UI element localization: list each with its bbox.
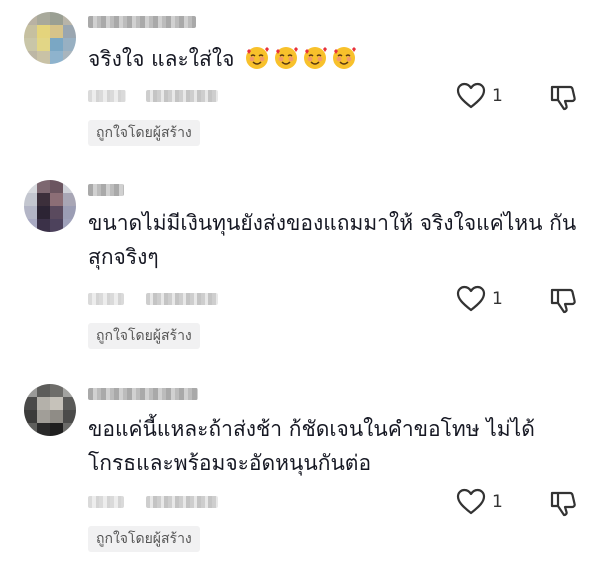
reply-button[interactable] — [146, 90, 218, 102]
heart-outline-icon — [456, 285, 486, 312]
comment-text: จริงใจ และใส่ใจ — [88, 42, 578, 76]
reply-button[interactable] — [146, 293, 218, 305]
username[interactable] — [88, 184, 124, 196]
comment-timestamp — [88, 90, 126, 102]
like-count: 1 — [492, 289, 503, 309]
reply-button[interactable] — [146, 496, 218, 508]
liked-by-creator-badge: ถูกใจโดยผู้สร้าง — [88, 323, 200, 349]
smiling-face-with-hearts-emoji — [275, 47, 299, 69]
like-button[interactable]: 1 — [456, 488, 503, 516]
heart-outline-icon — [456, 488, 486, 515]
thumbs-down-outline-icon — [550, 85, 576, 111]
dislike-button[interactable] — [548, 82, 578, 116]
comment-text: ขนาดไม่มีเงินทุนยังส่งของแถมมาให้ จริงใจ… — [88, 211, 577, 269]
thumbs-down-outline-icon — [550, 288, 576, 314]
smiling-face-with-hearts-emoji — [246, 47, 270, 69]
thumbs-down-outline-icon — [550, 491, 576, 517]
like-count: 1 — [492, 86, 503, 106]
avatar[interactable] — [24, 384, 76, 436]
username[interactable] — [88, 16, 196, 28]
avatar[interactable] — [24, 180, 76, 232]
username[interactable] — [88, 388, 198, 400]
liked-by-creator-badge: ถูกใจโดยผู้สร้าง — [88, 120, 200, 146]
liked-by-creator-badge: ถูกใจโดยผู้สร้าง — [88, 526, 200, 552]
comment-timestamp — [88, 496, 124, 508]
smiling-face-with-hearts-emoji — [333, 47, 357, 69]
comment-text: ขอแค่นี้แหละถ้าส่งช้า ก้ชัดเจนในคำขอโทษ … — [88, 417, 535, 475]
avatar[interactable] — [24, 12, 76, 64]
heart-outline-icon — [456, 82, 486, 109]
dislike-button[interactable] — [548, 488, 578, 522]
like-button[interactable]: 1 — [456, 82, 503, 110]
dislike-button[interactable] — [548, 285, 578, 319]
like-count: 1 — [492, 492, 503, 512]
comment-timestamp — [88, 293, 124, 305]
like-button[interactable]: 1 — [456, 285, 503, 313]
smiling-face-with-hearts-emoji — [304, 47, 328, 69]
